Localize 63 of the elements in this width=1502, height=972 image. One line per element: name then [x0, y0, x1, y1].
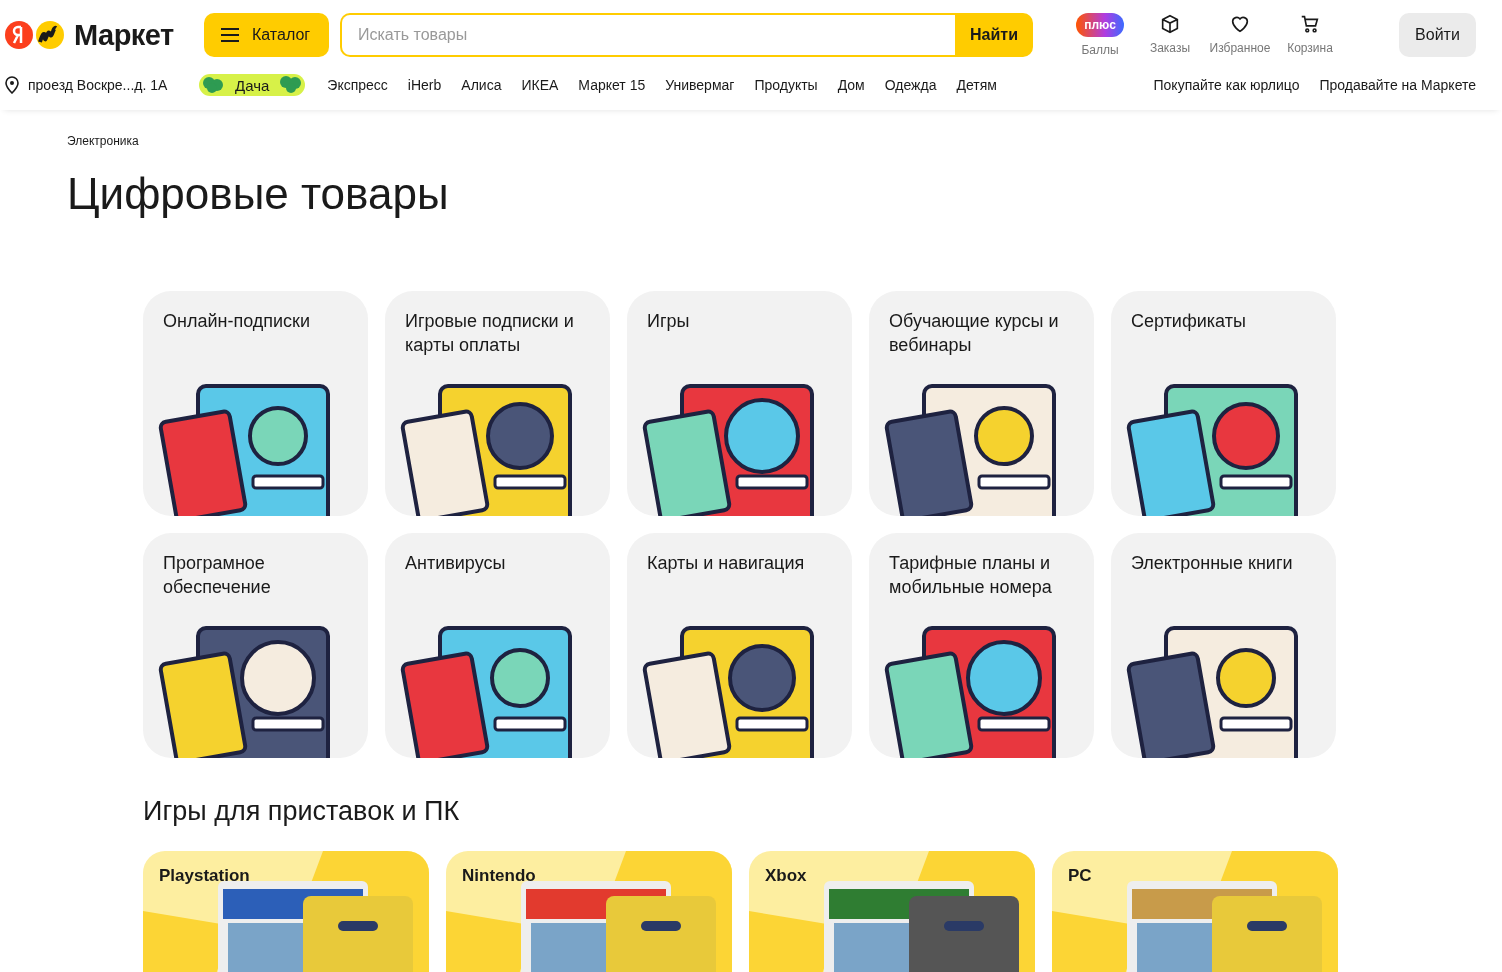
clover-icon — [277, 76, 304, 94]
platform-card[interactable]: Nintendo — [446, 851, 732, 972]
category-card[interactable]: Програмное обеспечение — [143, 533, 368, 758]
category-card[interactable]: Карты и навигация — [627, 533, 852, 758]
category-card[interactable]: Электронные книги — [1111, 533, 1336, 758]
nav-link[interactable]: Продавайте на Маркете — [1319, 77, 1476, 93]
category-card[interactable]: Тарифные планы и мобильные номера — [869, 533, 1094, 758]
nav-link[interactable]: iHerb — [407, 77, 442, 93]
platform-card[interactable]: Playstation — [143, 851, 429, 972]
nav-link[interactable]: Дом — [837, 77, 865, 93]
box-icon — [1159, 13, 1181, 35]
location-pin-icon — [4, 76, 20, 94]
nav-link[interactable]: ИКЕА — [521, 77, 559, 93]
nav-link[interactable]: Покупайте как юрлицо — [1153, 77, 1300, 93]
category-title: Игры — [647, 310, 691, 333]
platform-title: Playstation — [159, 866, 250, 886]
platform-card[interactable]: Xbox — [749, 851, 1035, 972]
menu-icon — [220, 28, 240, 42]
category-title: Обучающие курсы и вебинары — [889, 310, 1060, 357]
address-button[interactable]: проезд Воскре...д. 1А — [4, 76, 199, 94]
nav-link[interactable]: Продукты — [754, 77, 818, 93]
category-title: Програмное обеспечение — [163, 552, 272, 599]
action-label: Корзина — [1287, 41, 1333, 55]
nav-link[interactable]: Алиса — [461, 77, 502, 93]
nav-link[interactable]: Универмаг — [665, 77, 735, 93]
category-card[interactable]: Антивирусы — [385, 533, 610, 758]
category-card[interactable]: Игры — [627, 291, 852, 516]
cart-icon — [1299, 13, 1321, 35]
category-card[interactable]: Сертификаты — [1111, 291, 1336, 516]
search-button[interactable]: Найти — [955, 13, 1033, 57]
category-title: Онлайн-подписки — [163, 310, 312, 333]
search-field[interactable]: Искать товары — [340, 13, 955, 57]
category-title: Антивирусы — [405, 552, 507, 575]
promo-chip[interactable]: Дача — [199, 74, 306, 96]
category-title: Сертификаты — [1131, 310, 1247, 333]
platform-title: Xbox — [765, 866, 807, 886]
login-button[interactable]: Войти — [1399, 13, 1476, 57]
logo-text: Маркет — [74, 18, 174, 52]
platform-title: Nintendo — [462, 866, 536, 886]
category-card[interactable]: Обучающие курсы и вебинары — [869, 291, 1094, 516]
category-title: Электронные книги — [1131, 552, 1294, 575]
category-card[interactable]: Онлайн-подписки — [143, 291, 368, 516]
catalog-button[interactable]: Каталог — [204, 13, 329, 57]
nav-link[interactable]: Одежда — [884, 77, 937, 93]
nav-link[interactable]: Экспресс — [327, 77, 388, 93]
nav-link[interactable]: Детям — [956, 77, 997, 93]
category-title: Игровые подписки и карты оплаты — [405, 310, 575, 357]
action-label: Заказы — [1149, 41, 1191, 55]
nav-link[interactable]: Маркет 15 — [578, 77, 646, 93]
logo-icon — [4, 20, 66, 50]
category-title: Карты и навигация — [647, 552, 806, 575]
action-label: Избранное — [1209, 41, 1271, 55]
header-action[interactable]: Заказы — [1139, 13, 1201, 57]
breadcrumb-link[interactable]: Электроника — [67, 134, 139, 148]
category-title: Тарифные планы и мобильные номера — [889, 552, 1053, 599]
header-action[interactable]: Корзина — [1279, 13, 1341, 57]
section-title: Игры для приставок и ПК — [143, 796, 461, 827]
action-label: Баллы — [1081, 43, 1119, 57]
page-title: Цифровые товары — [67, 169, 450, 219]
platform-card[interactable]: PC — [1052, 851, 1338, 972]
platform-title: PC — [1068, 866, 1092, 886]
header-action[interactable]: Избранное — [1209, 13, 1271, 57]
category-card[interactable]: Игровые подписки и карты оплаты — [385, 291, 610, 516]
